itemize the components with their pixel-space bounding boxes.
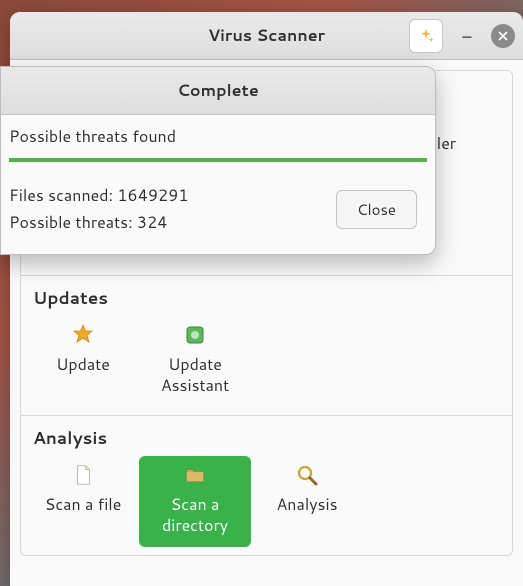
dialog-body: Possible threats found Files scanned: 16…: [1, 115, 435, 254]
stats-row: Files scanned: 1649291 Possible threats:…: [9, 182, 427, 236]
progress-bar: [9, 158, 427, 162]
minimize-button[interactable]: −: [457, 22, 477, 50]
scan-directory-label: Scan adirectory: [162, 494, 228, 537]
sparkle-button[interactable]: [409, 19, 443, 53]
folder-icon: [182, 462, 208, 488]
update-assistant-label: UpdateAssistant: [161, 354, 229, 397]
analysis-section-title: Analysis: [21, 416, 512, 456]
scan-file-tile[interactable]: Scan a file: [27, 456, 139, 547]
possible-threats-line: Possible threats: 324: [9, 209, 188, 236]
scan-file-label: Scan a file: [45, 494, 122, 516]
magnifier-icon: [294, 462, 320, 488]
file-icon: [70, 462, 96, 488]
sparkle-icon: [417, 27, 435, 45]
titlebar: Virus Scanner −: [10, 12, 523, 60]
update-assistant-icon: [182, 322, 208, 348]
update-icon: [70, 322, 96, 348]
update-assistant-tile[interactable]: UpdateAssistant: [139, 316, 251, 407]
minimize-icon: −: [461, 22, 472, 50]
close-icon: [498, 31, 508, 41]
analysis-grid: Scan a file Scan adirectory Analysis: [21, 456, 512, 555]
close-dialog-button[interactable]: Close: [336, 190, 417, 229]
progress-bar-container: [9, 158, 427, 162]
updates-grid: Update UpdateAssistant: [21, 316, 512, 415]
titlebar-controls: −: [409, 19, 515, 53]
files-scanned-line: Files scanned: 1649291: [9, 182, 188, 209]
threats-found-text: Possible threats found: [9, 125, 427, 148]
updates-section-title: Updates: [21, 276, 512, 316]
analysis-tile[interactable]: Analysis: [251, 456, 363, 547]
update-tile[interactable]: Update: [27, 316, 139, 407]
scan-stats: Files scanned: 1649291 Possible threats:…: [9, 182, 188, 236]
dialog-title: Complete: [1, 67, 435, 115]
analysis-label: Analysis: [277, 494, 338, 516]
scan-complete-dialog: Complete Possible threats found Files sc…: [0, 66, 436, 255]
close-window-button[interactable]: [491, 24, 515, 48]
update-label: Update: [56, 354, 110, 376]
scan-directory-tile[interactable]: Scan adirectory: [139, 456, 251, 547]
